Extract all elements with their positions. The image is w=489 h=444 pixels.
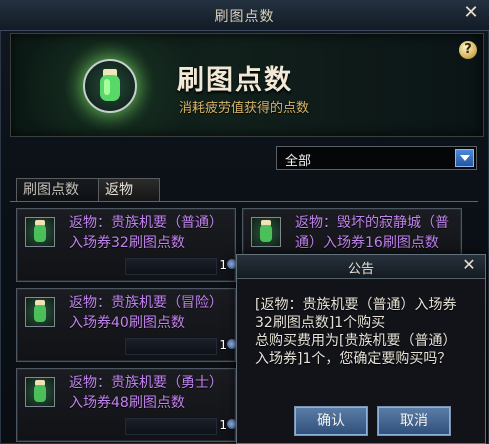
cancel-button[interactable]: 取消 — [377, 406, 451, 436]
main-window: 刷图点数 ✕ ? 刷图点数 消耗疲劳值获得的点数 全部 刷图点数 返物 返物：贵… — [0, 0, 489, 444]
item-title: 返物：毁坏的寂静城（普通）入场券16刷图点数 — [295, 215, 449, 251]
confirm-button[interactable]: 确认 — [294, 406, 368, 436]
card-bar — [125, 338, 217, 355]
item-title: 返物：贵族机要（普通）入场券32刷图点数 — [69, 215, 223, 251]
banner-title: 刷图点数 — [177, 65, 293, 96]
potion-bottle-icon — [83, 59, 137, 113]
list-item[interactable]: 返物：贵族机要（冒险）入场券40刷图点数 1 — [16, 288, 237, 362]
potion-bottle-icon — [25, 217, 55, 247]
category-select[interactable]: 全部 — [276, 146, 477, 170]
card-bar — [125, 258, 217, 275]
close-icon[interactable]: ✕ — [462, 257, 476, 273]
item-count: 1 — [219, 418, 227, 432]
potion-bottle-icon — [251, 217, 281, 247]
tab-return-items[interactable]: 返物 — [98, 178, 160, 201]
help-icon[interactable]: ? — [459, 41, 477, 59]
list-item[interactable]: 返物：贵族机要（勇士）入场券48刷图点数 1 — [16, 368, 237, 442]
category-select-value: 全部 — [285, 154, 312, 169]
title-bar: 刷图点数 ✕ — [0, 0, 489, 31]
dialog-header: 公告 ✕ — [237, 255, 485, 279]
item-count: 1 — [219, 338, 227, 352]
banner: ? 刷图点数 消耗疲劳值获得的点数 — [10, 33, 484, 137]
banner-subtitle: 消耗疲劳值获得的点数 — [179, 101, 310, 116]
close-icon[interactable]: ✕ — [462, 4, 480, 22]
tab-refresh-points[interactable]: 刷图点数 — [16, 178, 100, 201]
tab-divider — [10, 201, 478, 202]
card-bar — [125, 418, 217, 435]
chevron-down-icon[interactable] — [455, 149, 474, 167]
item-count: 1 — [219, 258, 227, 272]
potion-bottle-icon — [25, 377, 55, 407]
dialog-title: 公告 — [347, 262, 374, 277]
window-title: 刷图点数 — [214, 9, 275, 25]
potion-bottle-icon — [25, 297, 55, 327]
item-title: 返物：贵族机要（冒险）入场券40刷图点数 — [69, 295, 223, 331]
list-item[interactable]: 返物：贵族机要（普通）入场券32刷图点数 1 — [16, 208, 237, 282]
announcement-dialog: 公告 ✕ [返物：贵族机要（普通）入场券32刷图点数]1个购买 总购买费用为[贵… — [236, 254, 486, 444]
dialog-message: [返物：贵族机要（普通）入场券32刷图点数]1个购买 总购买费用为[贵族机要（普… — [255, 297, 457, 367]
item-title: 返物：贵族机要（勇士）入场券48刷图点数 — [69, 375, 223, 411]
